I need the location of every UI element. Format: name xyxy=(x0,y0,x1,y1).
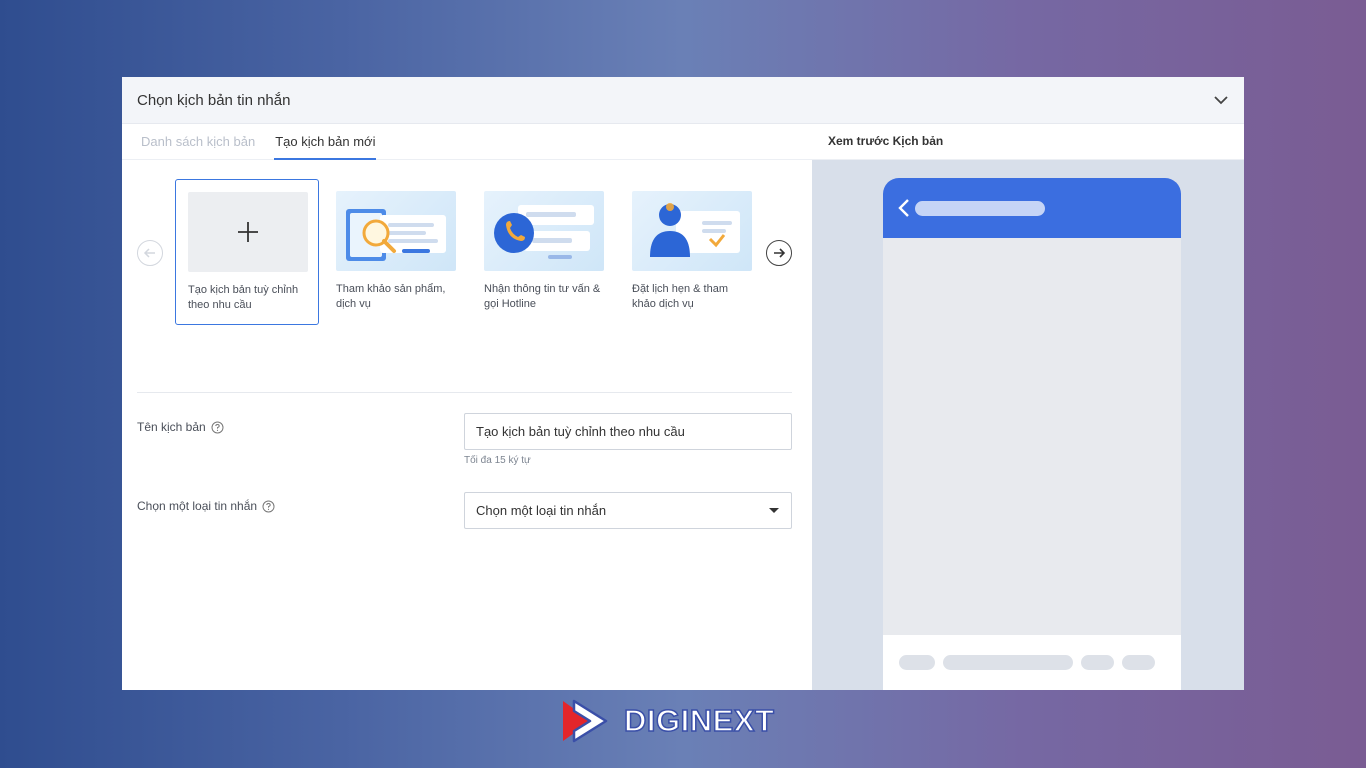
phone-header xyxy=(883,178,1181,238)
template-label: Đặt lịch hẹn & tham khảo dịch vụ xyxy=(632,283,728,310)
action-placeholder xyxy=(899,655,935,670)
action-placeholder xyxy=(1081,655,1114,670)
message-type-value: Chọn một loại tin nhắn xyxy=(476,503,607,518)
template-label: Tạo kịch bản tuỳ chỉnh theo nhu cầu xyxy=(188,284,299,311)
plus-icon xyxy=(238,222,258,242)
template-card-hotline[interactable]: Nhận thông tin tư vấn & gọi Hotline xyxy=(484,179,628,325)
arrow-right-icon xyxy=(774,248,786,258)
template-carousel: Tạo kịch bản tuỳ chỉnh theo nhu cầu Tham… xyxy=(122,179,812,325)
template-label: Nhận thông tin tư vấn & gọi Hotline xyxy=(484,283,601,310)
section-divider xyxy=(137,392,792,393)
back-chevron-icon xyxy=(898,199,909,217)
action-placeholder xyxy=(943,655,1073,670)
panel-header[interactable]: Chọn kịch bản tin nhắn xyxy=(122,77,1244,124)
person-illustration-icon xyxy=(632,191,752,271)
brand-logo: DIGINEXT xyxy=(560,697,775,745)
template-card-custom[interactable]: Tạo kịch bản tuỳ chỉnh theo nhu cầu xyxy=(175,179,319,325)
panel-title: Chọn kịch bản tin nhắn xyxy=(137,91,291,109)
caret-down-icon xyxy=(769,508,779,513)
script-selector-panel: Chọn kịch bản tin nhắn Danh sách kịch bả… xyxy=(122,77,1244,690)
template-card-booking[interactable]: Đặt lịch hẹn & tham khảo dịch vụ xyxy=(632,179,776,325)
help-icon[interactable] xyxy=(211,421,224,434)
carousel-next-button[interactable] xyxy=(766,240,792,266)
phone-title-placeholder xyxy=(915,200,1045,216)
editor-pane: Danh sách kịch bản Tạo kịch bản mới Tạo … xyxy=(122,124,812,690)
message-type-label: Chọn một loại tin nhắn xyxy=(137,499,275,513)
arrow-left-icon xyxy=(143,248,155,258)
template-label: Tham khảo sản phẩm, dịch vụ xyxy=(336,283,446,310)
script-name-label: Tên kịch bản xyxy=(137,420,224,434)
tab-bar: Danh sách kịch bản Tạo kịch bản mới xyxy=(122,124,812,160)
tab-new-script[interactable]: Tạo kịch bản mới xyxy=(274,124,377,160)
message-type-label-text: Chọn một loại tin nhắn xyxy=(137,499,258,513)
phone-illustration-icon xyxy=(484,191,604,271)
help-icon[interactable] xyxy=(262,500,275,513)
script-name-hint: Tối đa 15 ký tự xyxy=(464,455,531,466)
phone-preview xyxy=(883,178,1181,690)
preview-pane: Xem trước Kịch bản xyxy=(812,124,1244,690)
carousel-prev-button[interactable] xyxy=(137,240,163,266)
script-name-label-text: Tên kịch bản xyxy=(137,420,206,434)
script-name-input[interactable]: Tạo kịch bản tuỳ chỉnh theo nhu cầu xyxy=(464,413,792,450)
brand-name: DIGINEXT xyxy=(623,702,775,739)
template-thumb xyxy=(188,192,308,272)
play-logo-icon xyxy=(563,699,608,743)
template-card-products[interactable]: Tham khảo sản phẩm, dịch vụ xyxy=(336,179,480,325)
message-type-select[interactable]: Chọn một loại tin nhắn xyxy=(464,492,792,529)
chevron-down-icon[interactable] xyxy=(1212,91,1230,109)
tab-script-list[interactable]: Danh sách kịch bản xyxy=(141,124,255,160)
phone-action-bar xyxy=(883,635,1181,690)
magnifier-illustration-icon xyxy=(336,191,456,271)
action-placeholder xyxy=(1122,655,1155,670)
preview-title: Xem trước Kịch bản xyxy=(812,124,1244,160)
